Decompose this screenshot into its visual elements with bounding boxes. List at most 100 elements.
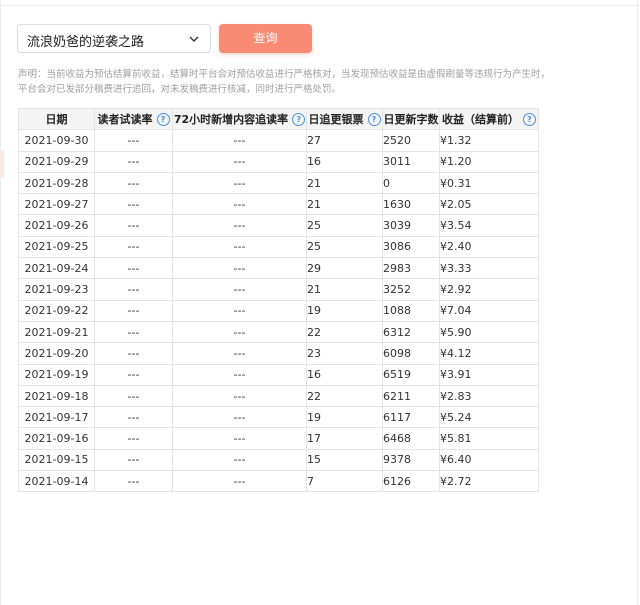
table-row: 2021-09-22 --- --- 19 1088 ¥7.04 (18, 299, 539, 322)
chevron-down-icon (189, 36, 199, 42)
cell-follow-rate: --- (172, 193, 307, 216)
column-header-tickets: 日追更银票? (306, 107, 383, 131)
cell-read-rate: --- (94, 257, 173, 280)
column-header-follow-rate: 72小时新增内容追读率? (172, 107, 307, 131)
book-select[interactable]: 流浪奶爸的逆袭之路 (17, 24, 211, 53)
cell-tickets: 17 (306, 427, 383, 450)
cell-tickets: 19 (306, 406, 383, 429)
question-circle-icon[interactable]: ? (523, 112, 536, 126)
cell-income: ¥5.81 (439, 427, 539, 450)
column-header-date: 日期 (18, 107, 95, 131)
question-circle-icon[interactable]: ? (292, 112, 306, 126)
left-edge-accent (0, 150, 4, 178)
cell-income: ¥6.40 (439, 448, 539, 472)
cell-words: 3252 (382, 278, 440, 301)
cell-tickets: 21 (306, 193, 383, 216)
table-row: 2021-09-15 --- --- 15 9378 ¥6.40 (18, 448, 539, 472)
cell-follow-rate: --- (172, 235, 307, 259)
question-circle-icon[interactable]: ? (156, 112, 170, 126)
cell-tickets: 22 (306, 320, 383, 344)
cell-income: ¥1.32 (439, 129, 539, 152)
cell-date: 2021-09-22 (18, 299, 95, 322)
table-row: 2021-09-27 --- --- 21 1630 ¥2.05 (18, 193, 539, 216)
cell-read-rate: --- (94, 235, 173, 259)
cell-follow-rate: --- (172, 384, 307, 408)
cell-follow-rate: --- (172, 427, 307, 450)
cell-follow-rate: --- (172, 342, 307, 365)
disclaimer-notice: 声明：当前收益为预估结算前收益，结算时平台会对预估收益进行严格核对，当发现预估收… (18, 67, 551, 97)
book-select-value: 流浪奶爸的逆袭之路 (27, 35, 145, 50)
cell-tickets: 21 (306, 278, 383, 301)
cell-words: 9378 (382, 448, 440, 472)
cell-follow-rate: --- (172, 171, 307, 195)
cell-income: ¥2.83 (439, 384, 539, 408)
cell-read-rate: --- (94, 470, 173, 493)
cell-follow-rate: --- (172, 299, 307, 322)
cell-date: 2021-09-18 (18, 384, 95, 408)
table-row: 2021-09-30 --- --- 27 2520 ¥1.32 (18, 129, 539, 152)
column-header-tickets-label: 日追更银票 (308, 113, 364, 127)
cell-income: ¥2.40 (439, 235, 539, 259)
cell-tickets: 21 (306, 171, 383, 195)
cell-income: ¥7.04 (439, 299, 539, 322)
cell-words: 6468 (382, 427, 440, 450)
table-row: 2021-09-24 --- --- 29 2983 ¥3.33 (18, 257, 539, 280)
cell-follow-rate: --- (172, 278, 307, 301)
column-header-words-label: 日更新字数 (383, 113, 439, 127)
cell-read-rate: --- (94, 150, 173, 173)
table-row: 2021-09-21 --- --- 22 6312 ¥5.90 (18, 320, 539, 344)
cell-follow-rate: --- (172, 363, 307, 386)
cell-income: ¥5.24 (439, 406, 539, 429)
table-row: 2021-09-25 --- --- 25 3086 ¥2.40 (18, 235, 539, 259)
table-row: 2021-09-29 --- --- 16 3011 ¥1.20 (18, 150, 539, 173)
table-row: 2021-09-26 --- --- 25 3039 ¥3.54 (18, 214, 539, 237)
cell-words: 6312 (382, 320, 440, 344)
cell-income: ¥5.90 (439, 320, 539, 344)
cell-read-rate: --- (94, 320, 173, 344)
disclaimer-line-1: 声明：当前收益为预估结算前收益，结算时平台会对预估收益进行严格核对，当发现预估收… (18, 69, 551, 80)
cell-words: 6117 (382, 406, 440, 429)
table-row: 2021-09-20 --- --- 23 6098 ¥4.12 (18, 342, 539, 365)
query-button[interactable]: 查询 (219, 24, 312, 53)
cell-read-rate: --- (94, 448, 173, 472)
cell-tickets: 23 (306, 342, 383, 365)
column-header-read-rate-label: 读者试读率 (97, 113, 153, 127)
cell-words: 3086 (382, 235, 440, 259)
cell-date: 2021-09-19 (18, 363, 95, 386)
cell-words: 6126 (382, 470, 440, 493)
cell-follow-rate: --- (172, 150, 307, 173)
column-header-follow-rate-label: 72小时新增内容追读率 (173, 113, 289, 127)
cell-tickets: 15 (306, 448, 383, 472)
question-circle-icon[interactable]: ? (367, 112, 381, 126)
cell-follow-rate: --- (172, 406, 307, 429)
cell-date: 2021-09-25 (18, 235, 95, 259)
cell-follow-rate: --- (172, 320, 307, 344)
cell-words: 3011 (382, 150, 440, 173)
column-header-income: 收益（结算前）? (439, 107, 539, 131)
cell-tickets: 25 (306, 214, 383, 237)
table-row: 2021-09-18 --- --- 22 6211 ¥2.83 (18, 384, 539, 408)
cell-words: 2983 (382, 257, 440, 280)
cell-words: 1088 (382, 299, 440, 322)
cell-income: ¥1.20 (439, 150, 539, 173)
cell-follow-rate: --- (172, 214, 307, 237)
cell-date: 2021-09-15 (18, 448, 95, 472)
cell-tickets: 16 (306, 363, 383, 386)
cell-words: 2520 (382, 129, 440, 152)
cell-words: 6211 (382, 384, 440, 408)
disclaimer-line-2: 平台会对已发部分稿费进行追回，对未发稿费进行核减，同时进行严格处罚。 (18, 84, 342, 95)
cell-read-rate: --- (94, 129, 173, 152)
cell-income: ¥0.31 (439, 171, 539, 195)
cell-tickets: 25 (306, 235, 383, 259)
cell-read-rate: --- (94, 342, 173, 365)
income-table: 日期 读者试读率? 72小时新增内容追读率? 日追更银票? 日更新字数 收益（结… (18, 107, 539, 493)
cell-date: 2021-09-28 (18, 171, 95, 195)
cell-date: 2021-09-24 (18, 257, 95, 280)
cell-words: 6519 (382, 363, 440, 386)
column-header-income-label: 收益（结算前） (442, 113, 519, 127)
table-row: 2021-09-19 --- --- 16 6519 ¥3.91 (18, 363, 539, 386)
table-header-row: 日期 读者试读率? 72小时新增内容追读率? 日追更银票? 日更新字数 收益（结… (18, 107, 539, 131)
top-divider (0, 5, 640, 6)
cell-read-rate: --- (94, 278, 173, 301)
column-header-date-label: 日期 (45, 113, 68, 127)
